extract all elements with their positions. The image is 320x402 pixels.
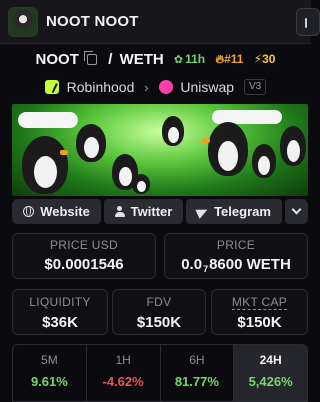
website-label: Website — [40, 204, 90, 219]
chain-name[interactable]: Robinhood — [67, 79, 135, 95]
website-button[interactable]: Website — [12, 199, 101, 224]
timeframe-tabs: 5M 9.61% 1H -4.62% 6H 81.77% 24H 5,426% — [12, 344, 308, 402]
pair-age: ✿ 11h — [173, 52, 206, 67]
globe-icon — [23, 206, 35, 217]
fdv-label: FDV — [146, 295, 172, 309]
tab-label: 5M — [41, 353, 58, 367]
tab-label: 24H — [259, 353, 282, 367]
twitter-label: Twitter — [130, 204, 173, 219]
price-native-zero-count: 7 — [203, 264, 209, 274]
social-links: Website Twitter Telegram — [12, 199, 308, 224]
price-change-value: -4.62% — [102, 374, 144, 389]
price-usd-card: PRICE USD $0.0001546 — [12, 233, 156, 279]
price-change-value: 5,426% — [248, 374, 293, 389]
price-change-value: 81.77% — [174, 374, 219, 389]
robinhood-icon — [44, 80, 59, 95]
tab-6h[interactable]: 6H 81.77% — [161, 345, 235, 401]
market-cap-card: MKT CAP $150K — [211, 289, 308, 335]
lightning-icon: ⚡︎ — [253, 52, 263, 67]
copy-icon[interactable] — [84, 50, 98, 65]
trending-rank[interactable]: 🔥︎#11 — [215, 51, 243, 67]
price-native-label: PRICE — [216, 238, 256, 252]
token-avatar — [8, 7, 38, 37]
chevron-down-icon — [291, 204, 302, 215]
pair-separator: / — [108, 50, 113, 68]
menu-button[interactable] — [296, 8, 320, 36]
pair-quote-symbol: WETH — [119, 50, 164, 68]
twitter-button[interactable]: Twitter — [104, 199, 183, 224]
user-icon — [114, 206, 125, 217]
top-bar: NOOT NOOT — [0, 0, 320, 44]
tab-label: 6H — [189, 353, 205, 367]
send-icon — [195, 204, 210, 219]
boost-count[interactable]: ⚡︎30 — [253, 52, 276, 67]
liquidity-label: LIQUIDITY — [29, 295, 91, 309]
seedling-icon: ✿ — [173, 53, 184, 66]
tab-1h[interactable]: 1H -4.62% — [87, 345, 161, 401]
price-native-card: PRICE 0.078600 WETH — [164, 233, 308, 279]
telegram-label: Telegram — [214, 204, 271, 219]
liquidity-card: LIQUIDITY $36K — [12, 289, 108, 335]
dex-version-badge: V3 — [244, 79, 267, 96]
token-banner-image — [12, 104, 308, 196]
price-usd-value: $0.0001546 — [44, 256, 124, 273]
pair-row: NOOT / WETH ✿ 11h 🔥︎#11 ⚡︎30 — [0, 50, 311, 74]
price-native-value: 0.078600 WETH — [181, 256, 291, 274]
uniswap-icon — [158, 80, 173, 95]
price-change-value: 9.61% — [30, 374, 68, 389]
market-cap-label[interactable]: MKT CAP — [212, 295, 307, 310]
liquidity-value: $36K — [42, 314, 78, 331]
telegram-button[interactable]: Telegram — [186, 199, 282, 224]
market-cap-value: $150K — [237, 314, 282, 331]
tab-5m[interactable]: 5M 9.61% — [13, 345, 87, 401]
more-links-button[interactable] — [285, 199, 308, 224]
fdv-value: $150K — [136, 314, 182, 331]
flame-icon: 🔥︎ — [215, 51, 225, 66]
token-title: NOOT NOOT — [46, 13, 139, 30]
chevron-right-icon: › — [144, 79, 149, 95]
dex-name[interactable]: Uniswap — [180, 79, 234, 95]
price-usd-label: PRICE USD — [49, 238, 119, 252]
pair-base-symbol: NOOT — [35, 50, 79, 68]
venue-row: Robinhood › Uniswap V3 — [0, 78, 311, 98]
tab-24h[interactable]: 24H 5,426% — [234, 345, 307, 401]
tab-label: 1H — [115, 353, 131, 367]
fdv-card: FDV $150K — [112, 289, 206, 335]
